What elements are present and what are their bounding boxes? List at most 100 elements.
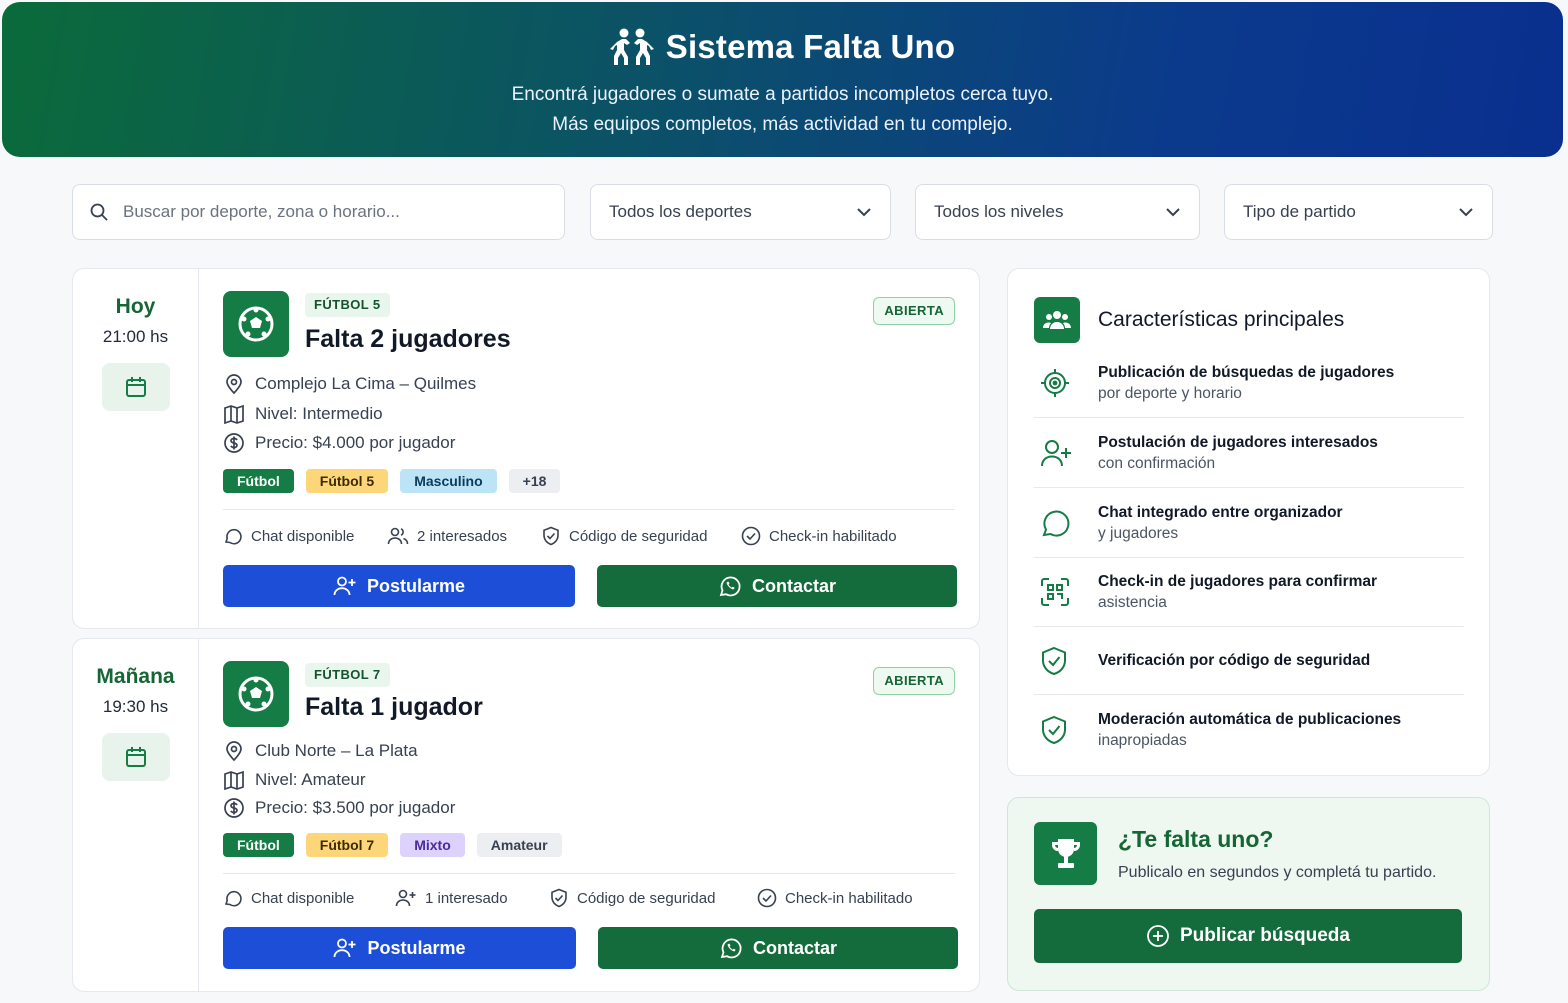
calendar-icon[interactable] <box>101 733 170 781</box>
trophy-icon <box>1034 822 1097 885</box>
match-price-text: Precio: $3.500 por jugador <box>255 798 456 817</box>
shield-check-icon <box>1034 715 1098 745</box>
map-pin-icon <box>223 373 245 395</box>
sport-select-value: Todos los deportes <box>609 202 752 221</box>
level-select-value: Todos los niveles <box>934 202 1064 221</box>
match-price: Precio: $4.000 por jugador <box>223 432 455 454</box>
chat-bubble-icon <box>223 526 243 546</box>
calendar-icon[interactable] <box>101 363 170 411</box>
feature-item: Check-in de jugadores para confirmar asis… <box>1034 558 1464 627</box>
search-box[interactable] <box>72 184 565 240</box>
chat-available-text: Chat disponible <box>251 527 355 545</box>
players-icon <box>609 28 654 66</box>
status-badge: ABIERTA <box>873 297 955 325</box>
sport-select[interactable]: Todos los deportes <box>590 184 891 240</box>
feature-title: Verificación por código de seguridad <box>1098 652 1371 669</box>
tag-age: +18 <box>508 469 561 493</box>
contact-button[interactable]: Contactar <box>597 565 957 607</box>
match-date: Hoy 21:00 hs <box>73 269 199 628</box>
qr-scan-icon <box>1034 577 1098 607</box>
map-icon <box>223 403 245 425</box>
shield-check-icon <box>1034 646 1098 676</box>
cta-subtitle: Publicalo en segundos y completá tu part… <box>1118 864 1437 881</box>
status-badge: ABIERTA <box>873 667 955 695</box>
features-title: Características principales <box>1098 308 1345 331</box>
shield-check-icon <box>541 526 561 546</box>
user-plus-icon <box>395 888 417 908</box>
target-icon <box>1034 368 1098 398</box>
interested-count: 2 interesados <box>387 526 541 546</box>
match-level: Nivel: Amateur <box>223 769 366 791</box>
match-tags: Fútbol Fútbol 7 Mixto Amateur <box>223 833 562 857</box>
hero-banner: Sistema Falta Uno Encontrá jugadores o s… <box>2 2 1563 157</box>
apply-button-label: Postularme <box>367 937 466 958</box>
plus-circle-icon <box>1146 924 1170 948</box>
interested-count-text: 2 interesados <box>417 527 508 545</box>
feature-subtitle: por deporte y horario <box>1098 385 1242 402</box>
feature-item: Postulación de jugadores interesados con … <box>1034 418 1464 488</box>
match-location: Club Norte – La Plata <box>223 740 418 762</box>
match-type-select-value: Tipo de partido <box>1243 202 1356 221</box>
group-icon <box>1034 297 1080 343</box>
chevron-down-icon <box>1165 207 1181 217</box>
interested-count: 1 interesado <box>395 888 549 908</box>
match-time: 21:00 hs <box>102 327 169 346</box>
feature-subtitle: inapropiadas <box>1098 732 1187 749</box>
security-code: Código de seguridad <box>541 526 741 546</box>
soccer-ball-icon <box>223 661 289 727</box>
security-code: Código de seguridad <box>549 888 757 908</box>
features-panel: Características principales Publicación … <box>1007 268 1490 776</box>
contact-button[interactable]: Contactar <box>598 927 958 969</box>
divider <box>223 873 955 874</box>
match-type-badge: FÚTBOL 5 <box>305 293 390 317</box>
soccer-ball-icon <box>223 291 289 357</box>
feature-title: Publicación de búsquedas de jugadores <box>1098 364 1395 381</box>
tag-level: Amateur <box>476 833 562 857</box>
checkin-enabled-text: Check-in habilitado <box>785 889 913 907</box>
tag-sport: Fútbol <box>223 469 294 493</box>
match-location: Complejo La Cima – Quilmes <box>223 373 476 395</box>
feature-item: Publicación de búsquedas de jugadores por… <box>1034 349 1464 418</box>
match-card: Mañana 19:30 hs FÚTBOL 7 ABIERTA Falta 1… <box>72 638 980 992</box>
chat-available: Chat disponible <box>223 526 387 546</box>
match-time: 19:30 hs <box>102 697 169 716</box>
whatsapp-icon <box>718 574 742 598</box>
tag-gender: Masculino <box>400 469 497 493</box>
apply-button[interactable]: Postularme <box>223 565 575 607</box>
checkin-enabled-text: Check-in habilitado <box>769 527 897 545</box>
match-level-text: Nivel: Intermedio <box>255 404 383 423</box>
apply-button[interactable]: Postularme <box>223 927 576 969</box>
level-select[interactable]: Todos los niveles <box>915 184 1200 240</box>
tag-format: Fútbol 7 <box>305 833 389 857</box>
user-plus-icon <box>333 937 357 959</box>
map-pin-icon <box>223 740 245 762</box>
whatsapp-icon <box>719 936 743 960</box>
publish-search-button[interactable]: Publicar búsqueda <box>1034 909 1462 963</box>
divider <box>223 509 955 510</box>
chat-available: Chat disponible <box>223 888 395 908</box>
hero-subtitle-line1: Encontrá jugadores o sumate a partidos i… <box>511 84 1054 105</box>
chat-bubble-icon <box>223 888 243 908</box>
user-plus-icon <box>333 575 357 597</box>
feature-item: Moderación automática de publicaciones in… <box>1034 695 1464 765</box>
security-code-text: Código de seguridad <box>577 889 716 907</box>
user-plus-icon <box>1034 438 1098 468</box>
match-type-select[interactable]: Tipo de partido <box>1224 184 1493 240</box>
page-title: Sistema Falta Uno <box>665 28 956 65</box>
match-tags: Fútbol Fútbol 5 Masculino +18 <box>223 469 561 493</box>
tag-gender: Mixto <box>400 833 465 857</box>
checkin-enabled: Check-in habilitado <box>757 888 913 908</box>
match-price: Precio: $3.500 por jugador <box>223 797 455 819</box>
match-features: Chat disponible 2 interesados Código de … <box>223 526 955 546</box>
cta-title: ¿Te falta uno? <box>1118 826 1274 852</box>
features-header: Características principales <box>1034 297 1344 343</box>
feature-item: Verificación por código de seguridad <box>1034 627 1464 695</box>
match-features: Chat disponible 1 interesado Código de s… <box>223 888 955 908</box>
search-input[interactable] <box>123 202 523 222</box>
shield-check-icon <box>549 888 569 908</box>
match-day: Hoy <box>115 295 156 318</box>
feature-subtitle: y jugadores <box>1098 524 1179 542</box>
publish-search-label: Publicar búsqueda <box>1180 925 1350 946</box>
feature-subtitle: con confirmación <box>1098 454 1216 472</box>
dollar-icon <box>223 432 245 454</box>
